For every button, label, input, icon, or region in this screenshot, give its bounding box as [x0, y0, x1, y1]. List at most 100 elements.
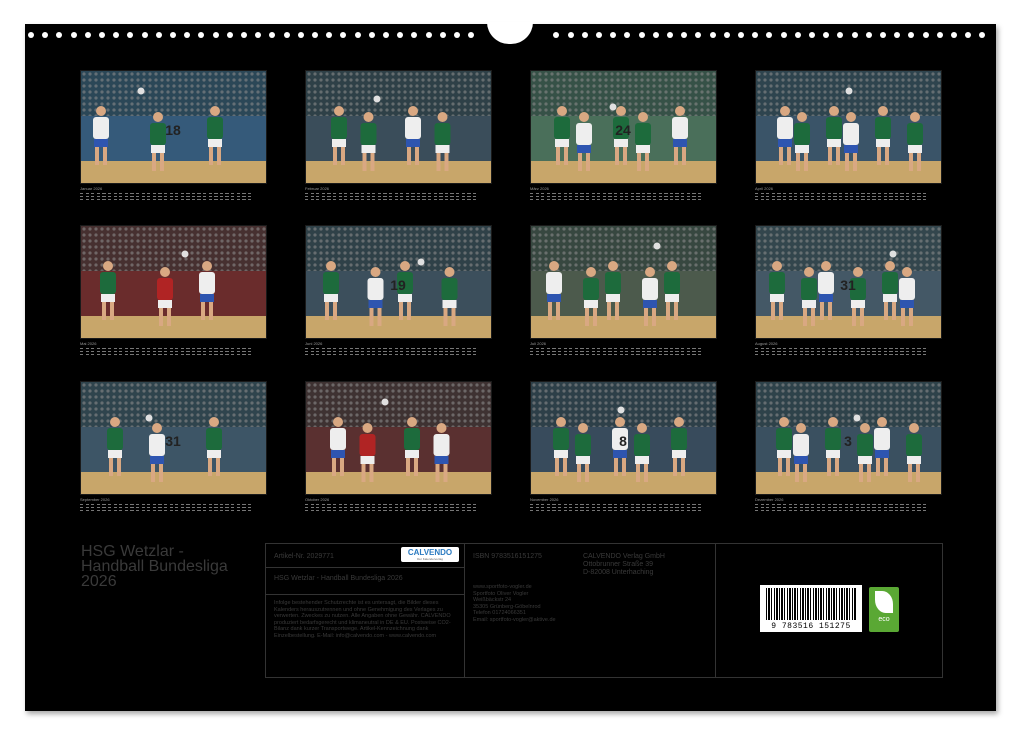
month-3: 24 März 2026 — [530, 70, 717, 200]
binding-hole — [851, 32, 858, 38]
binding-hole — [638, 32, 645, 38]
binding-hole — [198, 32, 205, 38]
legal-text: Infolge bestehender Schutzrechte ist es … — [274, 600, 451, 639]
day-grid — [755, 193, 940, 200]
binding-hole — [255, 32, 262, 38]
month-7: Juli 2026 — [530, 225, 717, 355]
binding-hole — [610, 32, 617, 38]
eco-label: eco — [878, 616, 890, 623]
binding-hole — [411, 32, 418, 38]
binding-hole — [667, 32, 673, 38]
photographer-info: www.sportfoto-vogler.de Sportfoto Oliver… — [473, 584, 556, 623]
svg-text:31: 31 — [165, 433, 181, 449]
binding-hole — [354, 32, 361, 38]
month-label: Oktober 2026 — [305, 497, 330, 502]
month-1: 18 Januar 2026 — [80, 70, 267, 200]
day-grid — [80, 348, 265, 355]
month-label: Dezember 2026 — [755, 497, 784, 502]
binding-hole — [56, 32, 63, 38]
binding-hole — [723, 32, 730, 38]
binding-hole — [979, 32, 986, 38]
month-photo: 31 — [755, 225, 942, 339]
month-photo — [755, 70, 942, 184]
day-grid — [530, 348, 715, 355]
binding-hole — [951, 32, 957, 38]
binding-hole — [596, 32, 602, 38]
binding-hole — [936, 32, 943, 38]
article-number: Artikel-Nr. 2029771 — [274, 553, 334, 560]
day-grid — [305, 193, 490, 200]
binding-hole — [553, 32, 560, 38]
binding-hole — [454, 32, 460, 38]
month-photo: 18 — [80, 70, 267, 184]
svg-text:18: 18 — [165, 122, 181, 138]
binding-hole — [908, 32, 915, 38]
svg-text:19: 19 — [390, 277, 406, 293]
binding-hole — [823, 32, 830, 38]
binding-hole — [738, 32, 744, 38]
binding-hole — [226, 32, 233, 38]
binding-hole — [312, 32, 318, 38]
month-photo: 3 — [755, 381, 942, 495]
svg-text:31: 31 — [840, 277, 856, 293]
month-9: 31 September 2026 — [80, 381, 267, 511]
month-label: April 2026 — [755, 186, 774, 191]
svg-text:24: 24 — [615, 122, 631, 138]
calendar-title: HSG Wetzlar - Handball Bundesliga 2026 — [81, 543, 261, 590]
product-title: HSG Wetzlar - Handball Bundesliga 2026 — [274, 575, 403, 582]
binding-hole — [297, 32, 304, 38]
binding-hole — [184, 32, 191, 38]
month-label: September 2026 — [80, 497, 110, 502]
binding-hole — [155, 32, 162, 38]
day-grid — [305, 504, 490, 511]
day-grid — [305, 348, 490, 355]
month-2: Februar 2026 — [305, 70, 492, 200]
binding-hole — [581, 32, 588, 38]
month-label: August 2026 — [755, 341, 778, 346]
binding-hole — [42, 32, 49, 38]
month-photo: 31 — [80, 381, 267, 495]
binding-hole — [468, 32, 475, 38]
binding-hole — [766, 32, 773, 38]
month-11: 8 November 2026 — [530, 381, 717, 511]
day-grid — [530, 504, 715, 511]
binding-hole — [709, 32, 716, 38]
binding-hole — [780, 32, 787, 38]
binding-hole — [170, 32, 176, 38]
binding-hole — [383, 32, 389, 38]
day-grid — [80, 193, 265, 200]
month-photo: 8 — [530, 381, 717, 495]
barcode: 9 783516 151275 — [760, 585, 862, 632]
binding-hole — [84, 32, 91, 38]
binding-hole — [269, 32, 276, 38]
binding-hole — [624, 32, 631, 38]
month-label: Juni 2026 — [305, 341, 323, 346]
binding-hole — [28, 32, 34, 38]
day-grid — [755, 504, 940, 511]
binding-hole — [326, 32, 333, 38]
month-photo: 24 — [530, 70, 717, 184]
month-label: Februar 2026 — [305, 186, 330, 191]
binding-hole — [652, 32, 659, 38]
month-10: Oktober 2026 — [305, 381, 492, 511]
month-label: Mai 2026 — [80, 341, 97, 346]
month-photo — [80, 225, 267, 339]
binding-hole — [141, 32, 148, 38]
month-5: Mai 2026 — [80, 225, 267, 355]
binding-hole — [922, 32, 929, 38]
month-label: März 2026 — [530, 186, 549, 191]
binding-hole — [894, 32, 901, 38]
eco-badge: eco — [869, 587, 899, 632]
binding-hole — [439, 32, 446, 38]
svg-text:3: 3 — [844, 433, 852, 449]
day-grid — [80, 504, 265, 511]
title-line: HSG Wetzlar - — [81, 543, 184, 560]
binding-hole — [70, 32, 77, 38]
binding-hole — [695, 32, 702, 38]
binding-hole — [113, 32, 120, 38]
leaf-icon — [875, 591, 893, 613]
binding-hole — [865, 32, 872, 38]
month-label: November 2026 — [530, 497, 559, 502]
binding-hole — [425, 32, 432, 38]
month-photo — [305, 70, 492, 184]
